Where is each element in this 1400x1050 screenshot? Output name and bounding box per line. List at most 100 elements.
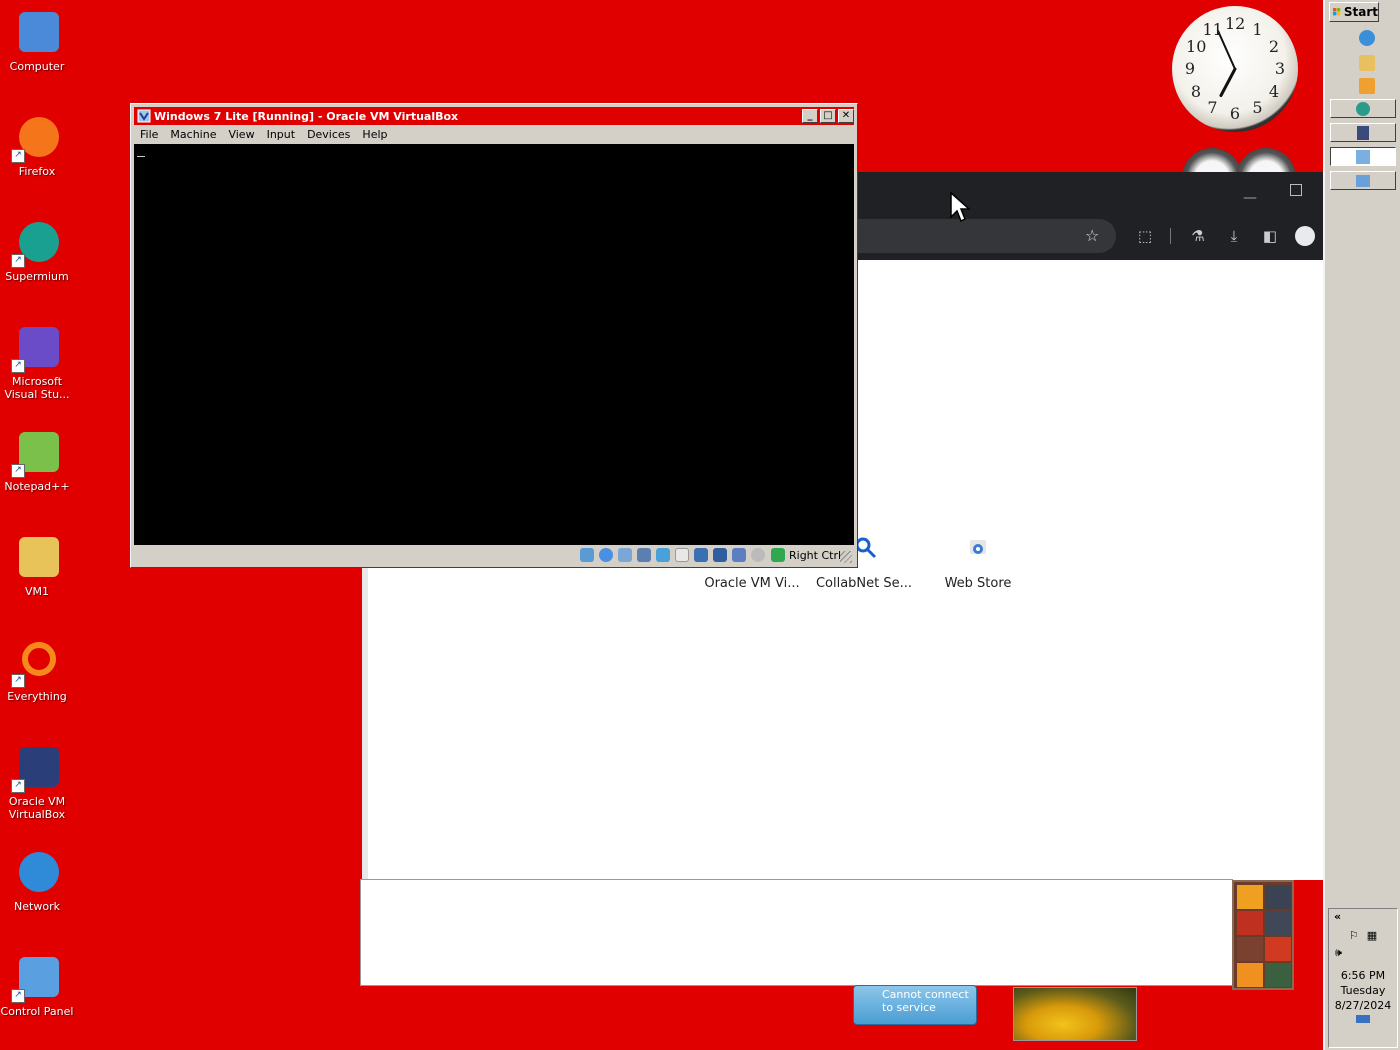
clock-number: 11	[1202, 20, 1223, 40]
browser-content-lower	[362, 568, 1323, 880]
virtualbox-vm-icon	[1356, 149, 1370, 164]
desktop-icon-computer[interactable]: Computer	[0, 0, 74, 73]
clock-number: 7	[1207, 97, 1218, 117]
text-cursor	[137, 156, 145, 157]
host-key-icon[interactable]	[771, 548, 785, 562]
vbox-menu-bar: File Machine View Input Devices Help	[134, 126, 394, 144]
media-player-icon[interactable]	[1359, 78, 1375, 94]
shortcut-arrow-icon: ↗	[11, 464, 25, 478]
mouse-pointer-icon	[950, 192, 970, 223]
shortcut-arrow-icon: ↗	[11, 254, 25, 268]
show-desktop-tray-icon[interactable]	[1356, 1015, 1370, 1023]
weather-gadget[interactable]: Cannot connect to service	[853, 985, 977, 1025]
task-virtualbox-manager[interactable]	[1330, 123, 1396, 142]
clock-number: 3	[1274, 59, 1286, 78]
menu-machine[interactable]: Machine	[164, 126, 222, 144]
recording-icon[interactable]	[713, 548, 727, 562]
profile-avatar-icon[interactable]	[1295, 226, 1315, 246]
usb-icon[interactable]	[656, 548, 670, 562]
mouse-integration-icon[interactable]	[751, 548, 765, 562]
desktop-icon-label: Everything	[7, 690, 67, 703]
internet-explorer-icon[interactable]	[1359, 30, 1375, 46]
menu-input[interactable]: Input	[261, 126, 301, 144]
menu-view[interactable]: View	[222, 126, 260, 144]
display-icon[interactable]	[694, 548, 708, 562]
browser-maximize-button[interactable]	[1290, 184, 1302, 196]
clock-number: 6	[1229, 104, 1241, 123]
desktop-icon-label: Supermium	[5, 270, 69, 283]
desktop-icon-virtualbox[interactable]: ↗ Oracle VM VirtualBox	[0, 735, 74, 821]
shared-folders-icon[interactable]	[675, 548, 689, 562]
network-tray-icon[interactable]: ▦	[1367, 928, 1377, 943]
desktop-icon-network[interactable]: Network	[0, 840, 74, 913]
desktop-icon-control-panel[interactable]: ↗ Control Panel	[0, 945, 74, 1018]
bookmark-star-icon[interactable]: ☆	[1085, 226, 1099, 245]
menu-file[interactable]: File	[134, 126, 164, 144]
desktop-icon-visual-studio[interactable]: ↗ Microsoft Visual Stu...	[0, 315, 74, 401]
desktop-icon-label: Control Panel	[0, 1005, 74, 1018]
desktop-icon-everything[interactable]: ↗ Everything	[0, 630, 74, 703]
hard-disk-icon[interactable]	[580, 548, 594, 562]
side-panel-icon[interactable]: ◧	[1260, 226, 1280, 246]
clock-number: 12	[1225, 14, 1246, 33]
browser-minimize-button[interactable]: —	[1243, 190, 1257, 206]
computer-icon	[13, 8, 61, 56]
network-adapter-icon[interactable]	[637, 548, 651, 562]
clock-gadget[interactable]: 12 1 2 3 4 5 6 7 8 9 10 11	[1172, 6, 1298, 132]
address-bar[interactable]: ☆	[858, 219, 1116, 253]
show-desktop-icon[interactable]	[1359, 55, 1375, 71]
clock-number: 5	[1252, 97, 1263, 117]
control-panel-icon: ↗	[11, 953, 61, 1003]
browser-content	[858, 260, 1323, 568]
tray-time[interactable]: 6:56 PM	[1329, 968, 1397, 983]
clock-number: 10	[1186, 36, 1207, 56]
action-center-flag-icon[interactable]: ⚐	[1349, 928, 1359, 943]
maximize-button[interactable]: □	[820, 109, 836, 123]
host-key-label: Right Ctrl	[789, 549, 842, 562]
desktop-icon-folder[interactable]: VM1	[0, 525, 74, 598]
shortcut-arrow-icon: ↗	[11, 674, 25, 688]
cpu-meter-gadget[interactable]	[1180, 148, 1298, 172]
desktop-icon-label: Oracle VM VirtualBox	[8, 795, 66, 821]
optical-drive-icon[interactable]	[599, 548, 613, 562]
web-store-icon	[970, 540, 986, 554]
extensions-icon[interactable]: ⬚	[1135, 226, 1155, 246]
desktop-icon-supermium[interactable]: ↗ Supermium	[0, 210, 74, 283]
menu-devices[interactable]: Devices	[301, 126, 356, 144]
virtualbox-icon	[137, 109, 151, 123]
weather-status-text: Cannot connect to service	[882, 988, 969, 1014]
minimize-button[interactable]: _	[802, 109, 818, 123]
desktop-icon-notepad-plus-plus[interactable]: ↗ Notepad++	[0, 420, 74, 493]
audio-icon[interactable]	[618, 548, 632, 562]
start-button[interactable]: Start	[1329, 2, 1379, 22]
task-control-panel[interactable]	[1330, 171, 1396, 190]
volume-icon[interactable]: 🕪	[1329, 945, 1397, 960]
desktop-icon-label: Network	[14, 900, 60, 913]
system-tray: « ⚐ ▦ 🕪 6:56 PM Tuesday 8/27/2024	[1328, 908, 1398, 1048]
virtualbox-window[interactable]: Windows 7 Lite [Running] - Oracle VM Vir…	[130, 103, 858, 568]
vbox-title-bar[interactable]: Windows 7 Lite [Running] - Oracle VM Vir…	[134, 107, 854, 125]
download-icon[interactable]: ⤓	[1224, 226, 1244, 246]
labs-flask-icon[interactable]: ⚗	[1188, 226, 1208, 246]
clock-number: 2	[1268, 36, 1280, 56]
shortcut-tile-webstore[interactable]: Web Store	[923, 530, 1033, 591]
task-supermium[interactable]	[1330, 99, 1396, 118]
resize-grip[interactable]	[840, 551, 852, 563]
tray-expand-button[interactable]: «	[1329, 909, 1397, 924]
desktop-icon-label: VM1	[24, 585, 49, 598]
shortcut-arrow-icon: ↗	[11, 989, 25, 1003]
shortcut-arrow-icon: ↗	[11, 359, 25, 373]
puzzle-gadget[interactable]	[1232, 880, 1294, 990]
tray-date: 8/27/2024	[1334, 999, 1392, 1012]
folder-icon	[13, 533, 61, 581]
vm-display[interactable]	[134, 144, 854, 545]
menu-help[interactable]: Help	[356, 126, 393, 144]
virtualbox-icon: ↗	[11, 743, 61, 793]
close-button[interactable]: ✕	[838, 109, 854, 123]
desktop-icon-firefox[interactable]: ↗ Firefox	[0, 105, 74, 178]
vt-x-icon[interactable]	[732, 548, 746, 562]
task-virtualbox-vm[interactable]	[1330, 147, 1396, 166]
desktop-icon-label: Firefox	[18, 165, 56, 178]
slideshow-photo-gadget[interactable]	[1013, 987, 1137, 1041]
shortcut-arrow-icon: ↗	[11, 149, 25, 163]
